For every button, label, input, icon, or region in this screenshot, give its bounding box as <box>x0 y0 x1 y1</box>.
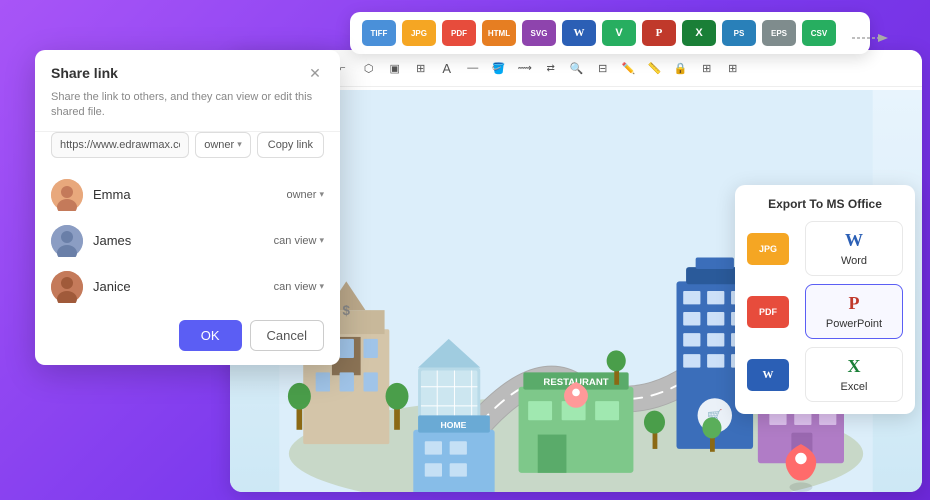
tool-shape[interactable]: ⬡ <box>357 56 381 80</box>
role-label-janice: can view <box>274 281 317 293</box>
role-chevron-emma: ▾ <box>319 189 324 200</box>
format-jpg[interactable]: JPG <box>402 20 436 46</box>
owner-chevron: ▾ <box>237 139 242 150</box>
export-word-button[interactable]: W Word <box>805 221 903 276</box>
dialog-title: Share link <box>51 65 118 81</box>
tool-lock[interactable]: 🔒 <box>669 56 693 80</box>
excel-icon: X <box>848 356 861 377</box>
format-csv[interactable]: CSV <box>802 20 836 46</box>
word-icon: W <box>845 230 863 251</box>
avatar-emma <box>51 179 83 211</box>
tool-bucket[interactable]: 🪣 <box>487 56 511 80</box>
role-chevron-janice: ▾ <box>319 281 324 292</box>
tool-bracket[interactable]: ⊞ <box>409 56 433 80</box>
format-excel[interactable]: X <box>682 20 716 46</box>
small-icon-jpg-label: JPG <box>759 244 777 254</box>
tool-connector[interactable]: ⇄ <box>539 56 563 80</box>
owner-dropdown[interactable]: owner ▾ <box>195 132 251 158</box>
format-word[interactable]: W <box>562 20 596 46</box>
role-label-emma: owner <box>287 189 317 201</box>
export-panel-title: Export To MS Office <box>747 197 903 211</box>
role-chevron-james: ▾ <box>319 235 324 246</box>
format-tiff[interactable]: TIFF <box>362 20 396 46</box>
dialog-subtitle: Share the link to others, and they can v… <box>35 90 340 131</box>
user-name-emma: Emma <box>93 187 277 202</box>
svg-text:HOME: HOME <box>441 420 467 430</box>
user-name-james: James <box>93 233 264 248</box>
role-dropdown-james[interactable]: can view ▾ <box>274 235 324 247</box>
format-eps[interactable]: EPS <box>762 20 796 46</box>
user-row-james: James can view ▾ <box>35 218 340 264</box>
tool-image[interactable]: ⊟ <box>591 56 615 80</box>
avatar-janice <box>51 271 83 303</box>
format-ppt[interactable]: P <box>642 20 676 46</box>
small-icon-pdf-label: PDF <box>759 307 777 317</box>
user-name-janice: Janice <box>93 279 264 294</box>
export-excel-button[interactable]: X Excel <box>805 347 903 402</box>
format-ps[interactable]: PS <box>722 20 756 46</box>
link-row: owner ▾ Copy link <box>51 132 324 158</box>
export-ppt-label: PowerPoint <box>826 318 882 330</box>
share-link-dialog: Share link ✕ Share the link to others, a… <box>35 50 340 365</box>
tool-square[interactable]: ▣ <box>383 56 407 80</box>
format-pdf[interactable]: PDF <box>442 20 476 46</box>
dialog-header: Share link ✕ <box>35 50 340 90</box>
export-ms-office-panel: Export To MS Office JPG W Word PDF P Pow… <box>735 185 915 414</box>
export-excel-label: Excel <box>841 381 868 393</box>
tool-ruler[interactable]: 📏 <box>643 56 667 80</box>
user-row-janice: Janice can view ▾ <box>35 264 340 310</box>
tool-pen[interactable]: ✏️ <box>617 56 641 80</box>
tool-more[interactable]: ⊞ <box>721 56 745 80</box>
small-icon-pdf[interactable]: PDF <box>747 296 789 328</box>
role-label-james: can view <box>274 235 317 247</box>
tool-line[interactable]: — <box>461 56 485 80</box>
format-svg[interactable]: SVG <box>522 20 556 46</box>
format-visio[interactable]: V <box>602 20 636 46</box>
tool-zoom[interactable]: 🔍 <box>565 56 589 80</box>
avatar-james <box>51 225 83 257</box>
user-row-emma: Emma owner ▾ <box>35 172 340 218</box>
copy-link-button[interactable]: Copy link <box>257 132 324 158</box>
dialog-actions: OK Cancel <box>35 310 340 365</box>
ok-button[interactable]: OK <box>179 320 242 351</box>
small-icon-word-label: W <box>763 369 774 381</box>
owner-label: owner <box>204 139 234 151</box>
tool-curve[interactable]: ⟿ <box>513 56 537 80</box>
export-powerpoint-button[interactable]: P PowerPoint <box>805 284 903 339</box>
small-icon-jpg[interactable]: JPG <box>747 233 789 265</box>
cancel-button[interactable]: Cancel <box>250 320 324 351</box>
format-html[interactable]: HTML <box>482 20 516 46</box>
tool-table[interactable]: ⊞ <box>695 56 719 80</box>
small-icon-word[interactable]: W <box>747 359 789 391</box>
export-word-label: Word <box>841 255 867 267</box>
tool-text2[interactable]: A <box>435 56 459 80</box>
ppt-icon: P <box>849 293 860 314</box>
arrow-indicator <box>852 28 888 54</box>
export-format-toolbar: TIFF JPG PDF HTML SVG W V P X PS EPS CSV <box>350 12 870 54</box>
svg-text:$: $ <box>343 303 351 318</box>
role-dropdown-emma[interactable]: owner ▾ <box>287 189 325 201</box>
role-dropdown-janice[interactable]: can view ▾ <box>274 281 324 293</box>
link-input[interactable] <box>51 132 189 158</box>
close-dialog-button[interactable]: ✕ <box>306 64 324 82</box>
